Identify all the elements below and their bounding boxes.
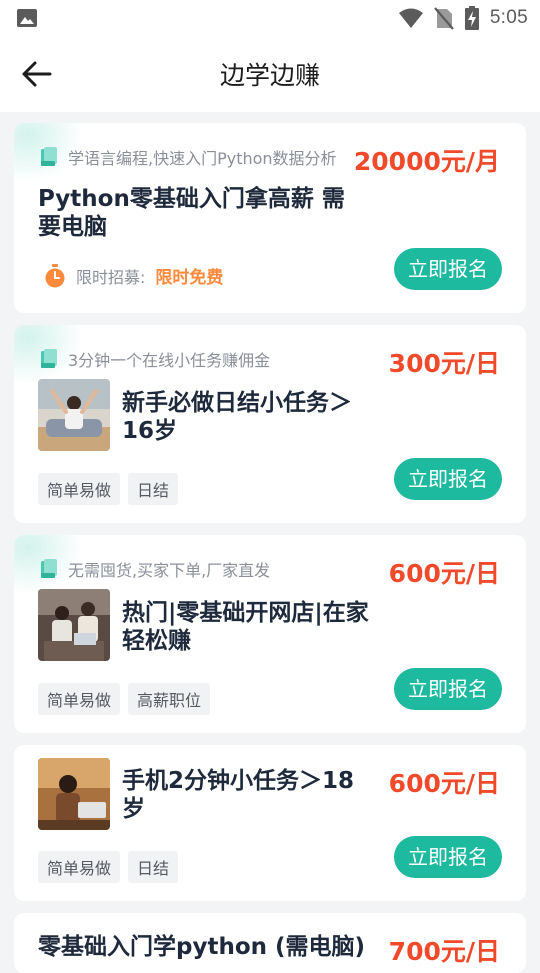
apply-button[interactable]: 立即报名 xyxy=(394,248,502,290)
apply-button[interactable]: 立即报名 xyxy=(394,458,502,500)
limit-label: 限时招募: xyxy=(76,267,146,287)
book-icon xyxy=(41,349,57,368)
job-card[interactable]: 学语言编程,快速入门Python数据分析 20000元/月 Python零基础入… xyxy=(14,123,526,313)
card-title: 手机2分钟小任务＞18岁 xyxy=(122,768,355,822)
tag-list: 简单易做 日结 xyxy=(38,473,179,505)
apply-button[interactable]: 立即报名 xyxy=(394,836,502,878)
subtitle-row: 无需囤货,买家下单,厂家直发 xyxy=(38,557,270,581)
job-thumbnail xyxy=(38,758,110,830)
status-bar: 5:05 xyxy=(0,0,540,36)
card-subtitle: 无需囤货,买家下单,厂家直发 xyxy=(68,561,271,580)
subtitle-row: 3分钟一个在线小任务赚佣金 xyxy=(38,347,270,371)
job-card[interactable]: 3分钟一个在线小任务赚佣金 300元/日 新手必做日结小任务＞16岁 简单易做 … xyxy=(14,325,526,523)
wifi-icon xyxy=(398,8,423,28)
card-subtitle: 学语言编程,快速入门Python数据分析 xyxy=(68,149,337,168)
timer-icon xyxy=(45,263,65,287)
card-price: 600元/日 xyxy=(388,559,500,588)
tag: 日结 xyxy=(128,473,179,505)
card-price: 700元/日 xyxy=(388,937,500,966)
tag: 日结 xyxy=(128,851,179,883)
book-icon xyxy=(41,559,57,578)
job-card[interactable]: 无需囤货,买家下单,厂家直发 600元/日 热门|零基础开网店|在家轻松赚 简单… xyxy=(14,535,526,733)
job-thumbnail xyxy=(38,589,110,661)
tag: 高薪职位 xyxy=(128,683,211,715)
tag: 简单易做 xyxy=(38,851,121,883)
card-price: 600元/日 xyxy=(388,769,500,798)
limit-row: 限时招募: 限时免费 xyxy=(44,263,223,288)
tag: 简单易做 xyxy=(38,683,121,715)
book-icon xyxy=(41,147,57,166)
tag-list: 简单易做 日结 xyxy=(38,851,179,883)
card-price: 20000元/月 xyxy=(353,147,500,176)
card-title: 零基础入门学python (需电脑) xyxy=(38,934,366,960)
tag-list: 简单易做 高薪职位 xyxy=(38,683,211,715)
status-time: 5:05 xyxy=(489,7,528,28)
card-price: 300元/日 xyxy=(388,349,500,378)
apply-button[interactable]: 立即报名 xyxy=(394,668,502,710)
card-title: Python零基础入门拿高薪 需要电脑 xyxy=(38,186,345,240)
card-title: 新手必做日结小任务＞16岁 xyxy=(122,390,352,444)
card-title: 热门|零基础开网店|在家轻松赚 xyxy=(122,600,369,654)
header: 边学边赚 xyxy=(0,36,540,112)
no-sim-icon xyxy=(433,7,454,30)
page-title: 边学边赚 xyxy=(219,61,320,90)
job-card[interactable]: 600元/日 手机2分钟小任务＞18岁 简单易做 日结 立即报名 xyxy=(14,745,526,901)
battery-charging-icon xyxy=(464,6,479,30)
subtitle-row: 学语言编程,快速入门Python数据分析 xyxy=(38,145,337,169)
image-icon xyxy=(17,9,37,27)
tag: 简单易做 xyxy=(38,473,121,505)
card-subtitle: 3分钟一个在线小任务赚佣金 xyxy=(68,351,271,370)
job-card[interactable]: 零基础入门学python (需电脑) 700元/日 xyxy=(14,913,526,973)
job-thumbnail xyxy=(38,379,110,451)
limit-value: 限时免费 xyxy=(155,268,224,288)
